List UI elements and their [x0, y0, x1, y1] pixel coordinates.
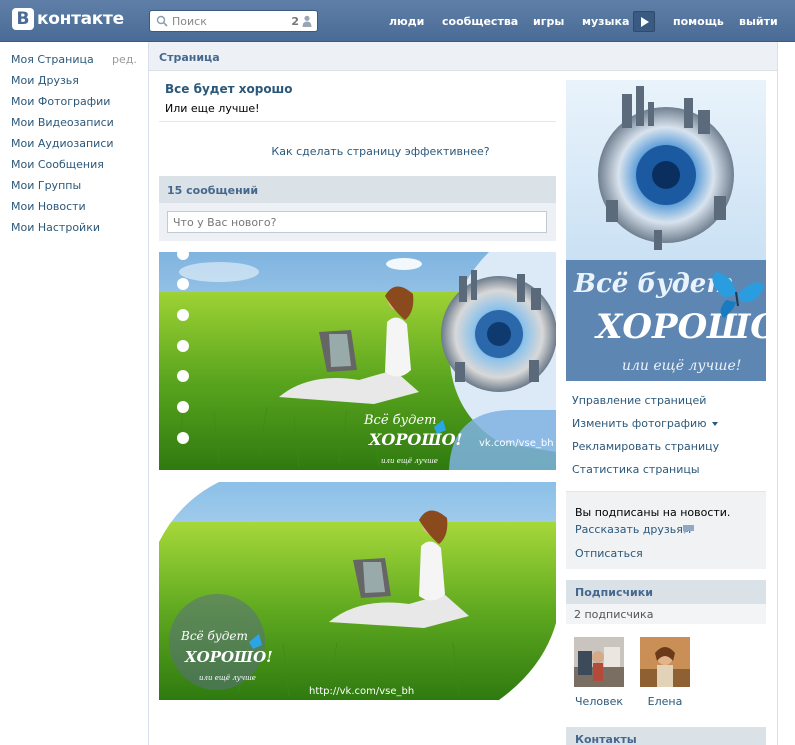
avatar — [574, 637, 624, 687]
page-avatar[interactable]: Всё будет ХОРОШО! или ещё лучше! — [566, 80, 766, 381]
menu-my-videos[interactable]: Мои Видеозаписи — [11, 116, 141, 137]
subscriber-name: Человек — [575, 695, 623, 708]
subscribers-title: Подписчики — [575, 586, 653, 599]
wall-post-image[interactable]: Всё будет ХОРОШО! или ещё лучше vk.com/v… — [159, 252, 556, 470]
avatar-image: Всё будет ХОРОШО! или ещё лучше! — [566, 80, 766, 381]
svg-text:ХОРОШО!: ХОРОШО! — [184, 648, 273, 666]
comment-icon — [683, 525, 694, 534]
search-box: 2 — [149, 10, 318, 32]
page-stats-link[interactable]: Статистика страницы — [572, 463, 719, 486]
contacts-title: Контакты — [575, 733, 637, 745]
contacts-header[interactable]: Контакты — [566, 727, 766, 745]
play-icon — [641, 17, 649, 27]
page-section-title: Страница — [159, 51, 220, 64]
subscriber-item[interactable]: Елена — [635, 637, 695, 708]
avatar-line3: или ещё лучше! — [622, 358, 741, 374]
nav-people[interactable]: люди — [389, 15, 424, 28]
music-play-button[interactable] — [633, 11, 655, 32]
svg-text:Всё будет: Всё будет — [180, 629, 248, 643]
avatar-line1: Всё будет — [573, 269, 734, 299]
grass-girl-image: Всё будет ХОРОШО! или ещё лучше http://v… — [159, 482, 556, 700]
svg-text:или ещё лучше: или ещё лучше — [199, 674, 256, 682]
svg-text:http://vk.com/vse_bh: http://vk.com/vse_bh — [309, 686, 414, 697]
logo-text: контакте — [37, 9, 124, 29]
wall-post-input[interactable] — [167, 211, 547, 233]
grass-girl-image: Всё будет ХОРОШО! или ещё лучше vk.com/v… — [159, 252, 556, 470]
search-input[interactable] — [172, 13, 282, 29]
menu-my-messages[interactable]: Мои Сообщения — [11, 158, 141, 179]
avatar — [640, 637, 690, 687]
menu-my-friends[interactable]: Мои Друзья — [11, 74, 141, 95]
unsubscribe-link[interactable]: Отписаться — [575, 547, 643, 560]
menu-my-news[interactable]: Мои Новости — [11, 200, 141, 221]
divider — [159, 121, 556, 122]
page-status: Или еще лучше! — [165, 102, 260, 115]
nav-help[interactable]: помощь — [673, 15, 724, 28]
svg-text:ХОРОШО!: ХОРОШО! — [368, 430, 463, 449]
logo-letter: В — [12, 8, 34, 30]
subscriber-name: Елена — [647, 695, 683, 708]
change-photo-link[interactable]: Изменить фотографию — [572, 417, 719, 440]
top-bar: В контакте 2 люди сообщества игры музыка… — [0, 0, 795, 42]
chevron-down-icon — [712, 422, 719, 426]
manage-page-link[interactable]: Управление страницей — [572, 394, 719, 417]
svg-text:Всё будет: Всё будет — [363, 413, 436, 428]
effectiveness-tip-link[interactable]: Как сделать страницу эффективнее? — [159, 145, 602, 158]
wall-post-count: 15 сообщений — [167, 184, 259, 197]
nav-logout[interactable]: выйти — [739, 15, 778, 28]
page-actions: Управление страницей Изменить фотографию… — [572, 394, 719, 486]
subscriber-item[interactable]: Человек — [569, 637, 629, 708]
user-icon — [302, 15, 312, 27]
page-title: Все будет хорошо — [165, 82, 293, 96]
svg-text:или ещё лучше: или ещё лучше — [381, 457, 438, 465]
wall-post-image[interactable]: Всё будет ХОРОШО! или ещё лучше http://v… — [159, 482, 556, 700]
menu-my-audio[interactable]: Мои Аудиозаписи — [11, 137, 141, 158]
subscribed-text: Вы подписаны на новости. — [575, 506, 731, 519]
wall-compose-box — [159, 203, 556, 241]
change-photo-label: Изменить фотографию — [572, 417, 707, 430]
nav-music[interactable]: музыка — [582, 15, 629, 28]
edit-menu-link[interactable]: ред. — [112, 53, 137, 66]
subscribers-count-row: 2 подписчика — [566, 604, 766, 624]
nav-games[interactable]: игры — [533, 15, 564, 28]
svg-text:vk.com/vse_bh: vk.com/vse_bh — [479, 438, 554, 449]
advertise-page-link[interactable]: Рекламировать страницу — [572, 440, 719, 463]
left-menu: Моя Страница Мои Друзья Мои Фотографии М… — [11, 53, 141, 242]
menu-my-photos[interactable]: Мои Фотографии — [11, 95, 141, 116]
subscription-box: Вы подписаны на новости. Рассказать друз… — [566, 491, 766, 569]
menu-my-groups[interactable]: Мои Группы — [11, 179, 141, 200]
search-icon — [156, 15, 168, 27]
subscribers-header[interactable]: Подписчики — [566, 580, 766, 604]
subscribers-count: 2 подписчика — [574, 608, 654, 621]
page-header: Страница — [149, 42, 777, 71]
search-count: 2 — [291, 15, 299, 28]
nav-communities[interactable]: сообщества — [442, 15, 518, 28]
menu-my-settings[interactable]: Мои Настройки — [11, 221, 141, 242]
avatar-line2: ХОРОШО! — [594, 307, 766, 347]
tell-friends-link[interactable]: Рассказать друзьям — [575, 523, 691, 536]
vk-logo[interactable]: В контакте — [12, 8, 124, 30]
wall-header[interactable]: 15 сообщений — [159, 176, 556, 203]
